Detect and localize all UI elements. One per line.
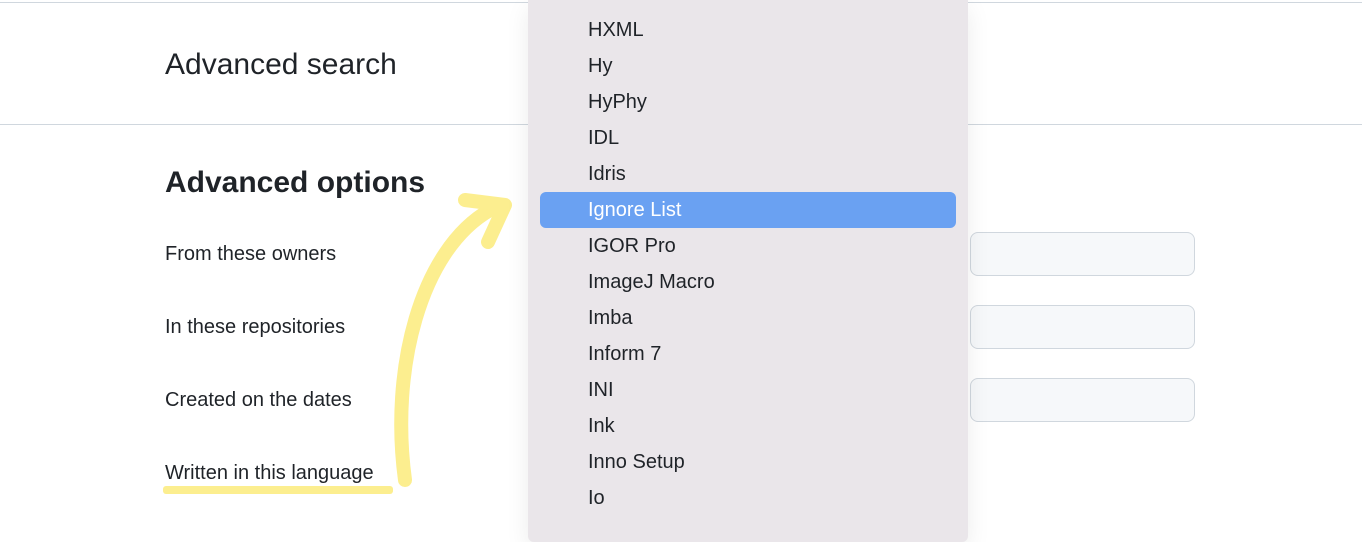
page-title: Advanced search: [165, 48, 397, 82]
language-option[interactable]: IGOR Pro: [528, 228, 968, 264]
owners-input[interactable]: [970, 232, 1195, 276]
created-dates-input[interactable]: [970, 378, 1195, 422]
language-option[interactable]: IDL: [528, 120, 968, 156]
language-option[interactable]: INI: [528, 372, 968, 408]
label-written-language: Written in this language: [165, 462, 374, 485]
label-created-dates: Created on the dates: [165, 389, 352, 412]
language-option[interactable]: HyPhy: [528, 84, 968, 120]
language-option[interactable]: Hy: [528, 48, 968, 84]
inputs-column: [970, 232, 1197, 451]
language-option[interactable]: Imba: [528, 300, 968, 336]
repositories-input[interactable]: [970, 305, 1195, 349]
language-option[interactable]: Io: [528, 480, 968, 516]
language-option[interactable]: Ignore List: [540, 192, 956, 228]
label-in-repositories: In these repositories: [165, 316, 345, 339]
label-from-owners: From these owners: [165, 243, 336, 266]
annotation-arrow-icon: [380, 180, 530, 500]
language-option[interactable]: Ink: [528, 408, 968, 444]
language-option[interactable]: HXML: [528, 12, 968, 48]
language-option[interactable]: Inform 7: [528, 336, 968, 372]
language-option[interactable]: ImageJ Macro: [528, 264, 968, 300]
language-dropdown-list[interactable]: HXMLHyHyPhyIDLIdrisIgnore ListIGOR ProIm…: [528, 0, 968, 542]
advanced-options-heading: Advanced options: [165, 166, 425, 200]
language-option[interactable]: Inno Setup: [528, 444, 968, 480]
highlight-underline: [163, 486, 393, 494]
language-option[interactable]: Idris: [528, 156, 968, 192]
